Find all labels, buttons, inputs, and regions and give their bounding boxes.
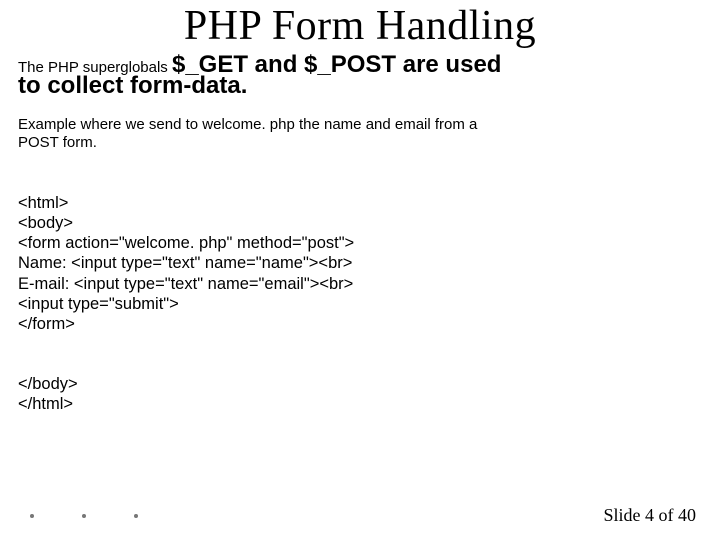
page-number: Slide 4 of 40	[604, 505, 697, 526]
slide-content: The PHP superglobals $_GET and $_POST ar…	[0, 52, 720, 414]
intro-text: The PHP superglobals $_GET and $_POST ar…	[18, 52, 702, 98]
code-line: </form>	[18, 315, 75, 333]
example-line2: POST form.	[18, 134, 702, 151]
code-line: <body>	[18, 214, 73, 232]
decorative-dots	[30, 514, 138, 518]
example-line1: Example where we send to welcome. php th…	[18, 116, 702, 133]
slide-title: PHP Form Handling	[0, 0, 720, 50]
dot-icon	[82, 514, 86, 518]
code-block-1: <html> <body> <form action="welcome. php…	[18, 173, 702, 334]
slide: PHP Form Handling The PHP superglobals $…	[0, 0, 720, 540]
code-line: <html>	[18, 194, 68, 212]
code-line: <form action="welcome. php" method="post…	[18, 234, 354, 252]
code-line: E-mail: <input type="text" name="email">…	[18, 275, 353, 293]
code-line: </body>	[18, 375, 78, 393]
code-line: Name: <input type="text" name="name"><br…	[18, 254, 352, 272]
example-text: Example where we send to welcome. php th…	[18, 116, 702, 151]
dot-icon	[134, 514, 138, 518]
dot-icon	[30, 514, 34, 518]
code-line: </html>	[18, 395, 73, 413]
code-block-2: </body> </html>	[18, 354, 702, 414]
code-line: <input type="submit">	[18, 295, 179, 313]
